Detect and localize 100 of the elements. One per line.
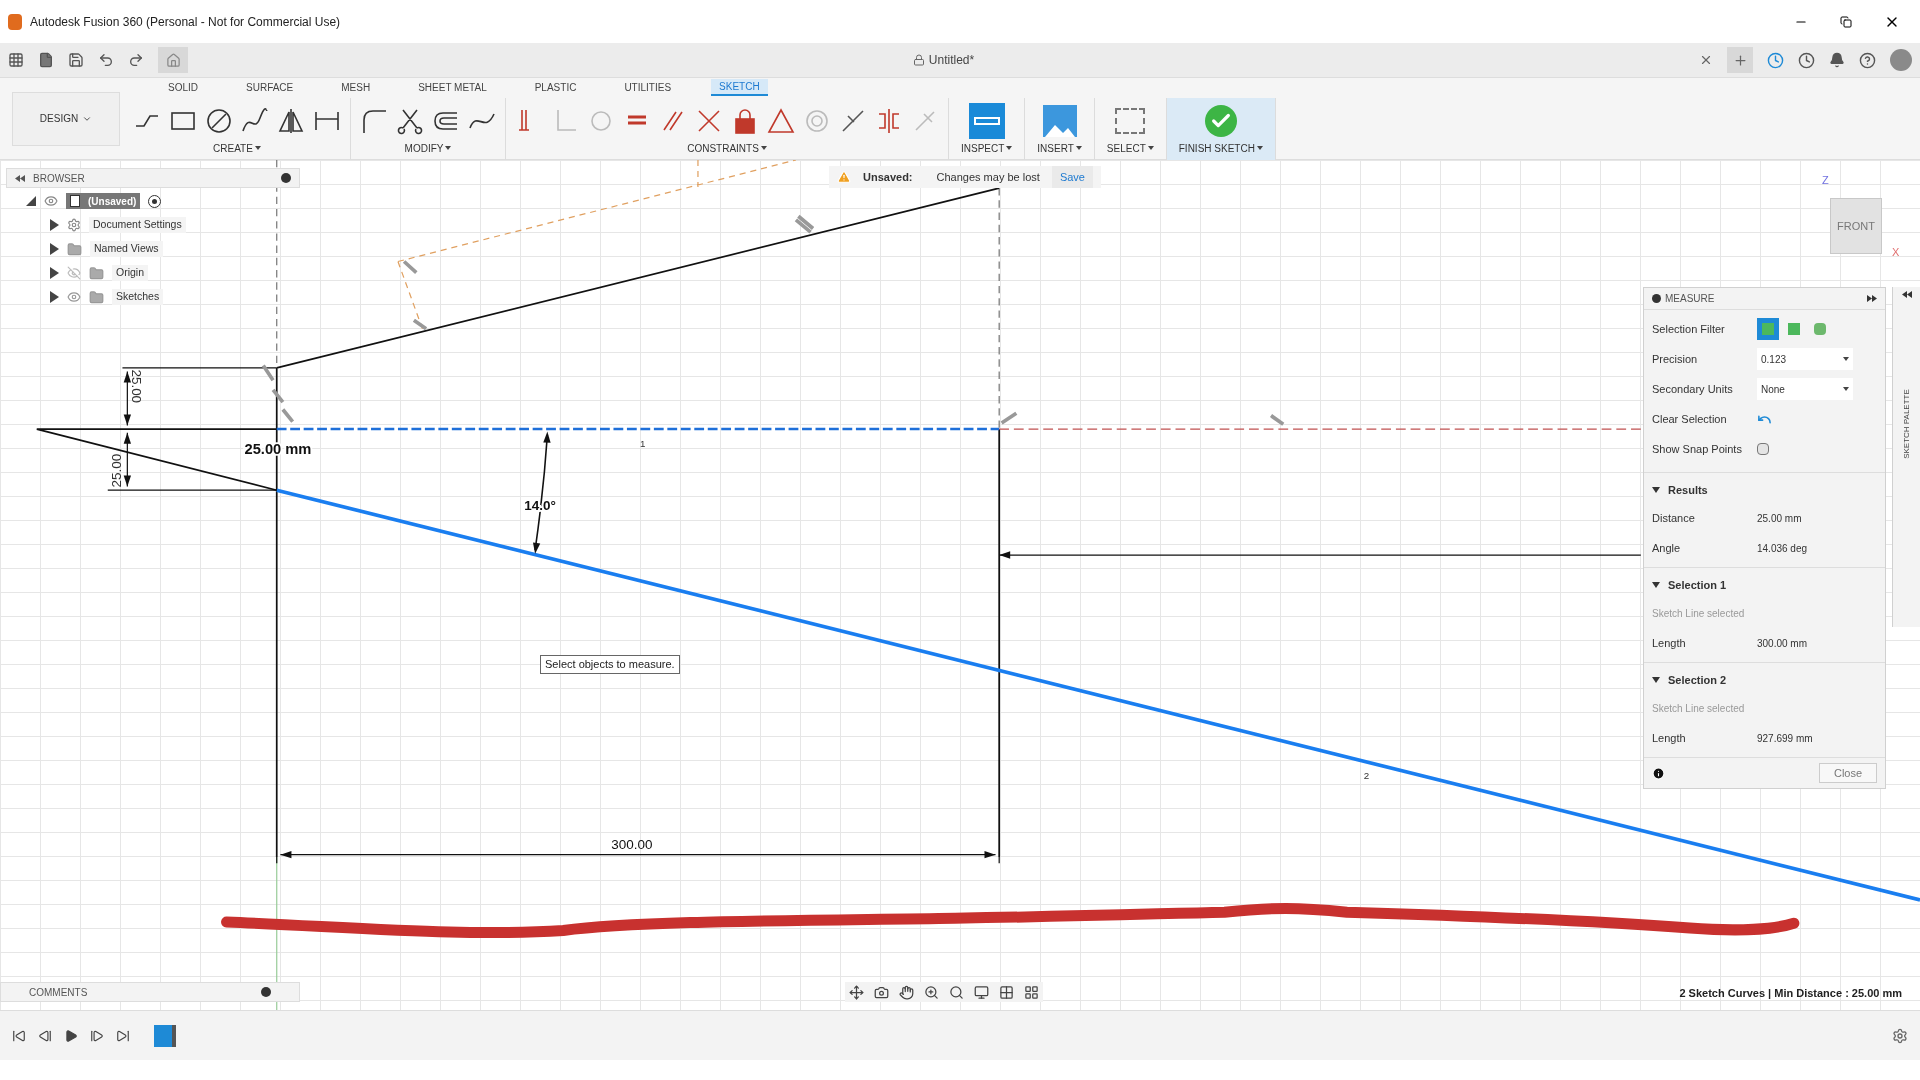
timeline-feature[interactable] [154, 1024, 176, 1047]
selection-box-icon[interactable] [1115, 107, 1146, 134]
minimize-icon[interactable] [281, 173, 291, 183]
tree-item[interactable]: Origin [112, 265, 148, 281]
field-label: Clear Selection [1652, 411, 1728, 427]
tooltip: Select objects to measure. [540, 655, 680, 674]
group-menu[interactable]: SELECT [1102, 140, 1158, 156]
collapse-triangle[interactable] [26, 196, 36, 206]
file-icon[interactable] [38, 52, 54, 68]
expand-triangle[interactable] [50, 243, 59, 255]
panel-title: MEASURE [1665, 292, 1716, 306]
field-label: Selection Filter [1652, 321, 1726, 337]
eye-icon[interactable] [67, 290, 81, 304]
close-button[interactable]: Close [1819, 763, 1877, 783]
section-header[interactable]: Selection 2 [1652, 667, 1877, 693]
previous-icon[interactable] [38, 1028, 52, 1043]
section-header[interactable]: Selection 1 [1652, 572, 1877, 598]
selection-note: Sketch Line selected [1652, 701, 1746, 716]
help-icon[interactable] [1859, 51, 1876, 69]
clock-icon[interactable] [1767, 51, 1784, 69]
ribbon-tab[interactable]: UTILITIES [616, 79, 680, 96]
pan-icon[interactable] [899, 984, 914, 1000]
tree-item[interactable]: Named Views [90, 241, 163, 257]
play-icon[interactable] [64, 1028, 78, 1043]
dropdown[interactable]: 0.123 [1757, 348, 1853, 370]
caret-icon [1006, 146, 1013, 150]
ribbon-tab[interactable]: PLASTIC [526, 79, 585, 96]
palette-title: SKETCH PALETTE [1900, 389, 1912, 459]
dropdown[interactable]: None [1757, 378, 1853, 400]
dimension-label: 25.00 [109, 453, 125, 488]
point-label: 2 [1363, 769, 1370, 781]
bell-icon[interactable] [1829, 52, 1845, 68]
save-icon[interactable] [68, 52, 84, 68]
expand-triangle[interactable] [50, 291, 59, 303]
last-icon[interactable] [116, 1028, 130, 1043]
tree-item[interactable]: Sketches [112, 289, 164, 305]
ribbon-tab[interactable]: SHEET METAL [410, 79, 495, 96]
workspace-dropdown[interactable]: DESIGN [12, 91, 120, 146]
view-cube[interactable]: FRONT [1830, 198, 1882, 254]
field-label: Precision [1652, 351, 1699, 367]
expand-triangle[interactable] [50, 219, 59, 231]
section-header[interactable]: Results [1652, 477, 1877, 503]
field-value: 25.00 mm [1757, 511, 1802, 526]
caret-icon [1256, 146, 1263, 150]
save-link[interactable]: Save [1051, 166, 1093, 188]
zoom-icon[interactable] [924, 984, 939, 1000]
check-icon[interactable] [1204, 104, 1237, 137]
document-tab[interactable]: Untitled* [928, 51, 975, 69]
eye-icon[interactable] [44, 194, 58, 208]
viewports-icon[interactable] [1024, 984, 1039, 1000]
field-label: Distance [1652, 510, 1696, 526]
ribbon-tab[interactable]: SKETCH [711, 79, 768, 96]
group-menu[interactable]: CONSTRAINTS [683, 140, 771, 156]
collapse-icon[interactable] [15, 174, 25, 182]
caret-icon [1075, 146, 1082, 150]
field-label: Show Snap Points [1652, 441, 1743, 457]
palette-tab[interactable]: SKETCH PALETTE [1892, 287, 1920, 627]
add-icon[interactable] [261, 987, 271, 997]
display-icon[interactable] [974, 984, 989, 1000]
banner-message: Changes may be lost [936, 169, 1040, 185]
redo-icon[interactable] [128, 52, 144, 68]
undo-icon[interactable] [98, 52, 114, 68]
component-item[interactable]: (Unsaved) [66, 193, 141, 209]
ribbon-tab[interactable]: MESH [333, 79, 379, 96]
axis-label: X [1892, 245, 1900, 260]
image-icon[interactable] [1042, 104, 1077, 137]
expand-triangle[interactable] [50, 267, 59, 279]
field-label: Secondary Units [1652, 381, 1734, 397]
ruler-icon[interactable] [968, 102, 1005, 139]
avatar[interactable] [1890, 49, 1912, 71]
fit-icon[interactable] [949, 984, 964, 1000]
checkbox[interactable] [1757, 443, 1769, 455]
tree-item[interactable]: Document Settings [89, 217, 186, 233]
caret-icon [1147, 146, 1154, 150]
ribbon-tab[interactable]: SOLID [160, 79, 206, 96]
ribbon-tab[interactable]: SURFACE [238, 79, 302, 96]
look-at-icon[interactable] [874, 984, 889, 1000]
grid-icon[interactable] [999, 984, 1014, 1000]
next-icon[interactable] [90, 1028, 104, 1043]
caret-icon [1843, 357, 1849, 361]
new-tab-icon[interactable] [1727, 47, 1753, 73]
settings-icon[interactable] [1892, 1027, 1908, 1044]
group-menu[interactable]: CREATE [209, 140, 265, 156]
field-value: 300.00 mm [1757, 636, 1808, 651]
window-title: Autodesk Fusion 360 (Personal - Not for Commercial Use) [30, 13, 341, 31]
collapse-icon[interactable] [1901, 291, 1912, 298]
dimension-arrow [123, 370, 131, 426]
expand-icon[interactable] [1867, 295, 1877, 302]
caret-icon [254, 146, 261, 150]
panel-title: BROWSER [33, 171, 86, 186]
group-menu[interactable]: INSPECT [957, 140, 1017, 156]
restore-icon[interactable] [1840, 15, 1852, 28]
orbit-icon[interactable] [849, 984, 864, 1000]
minimize-icon[interactable] [1652, 294, 1661, 303]
group-menu[interactable]: INSERT [1033, 140, 1086, 156]
group-menu[interactable]: MODIFY [400, 140, 456, 156]
first-icon[interactable] [12, 1028, 26, 1043]
apps-icon[interactable] [8, 52, 24, 68]
field-value: 14.036 deg [1757, 541, 1808, 556]
point-label: 1 [640, 438, 646, 450]
